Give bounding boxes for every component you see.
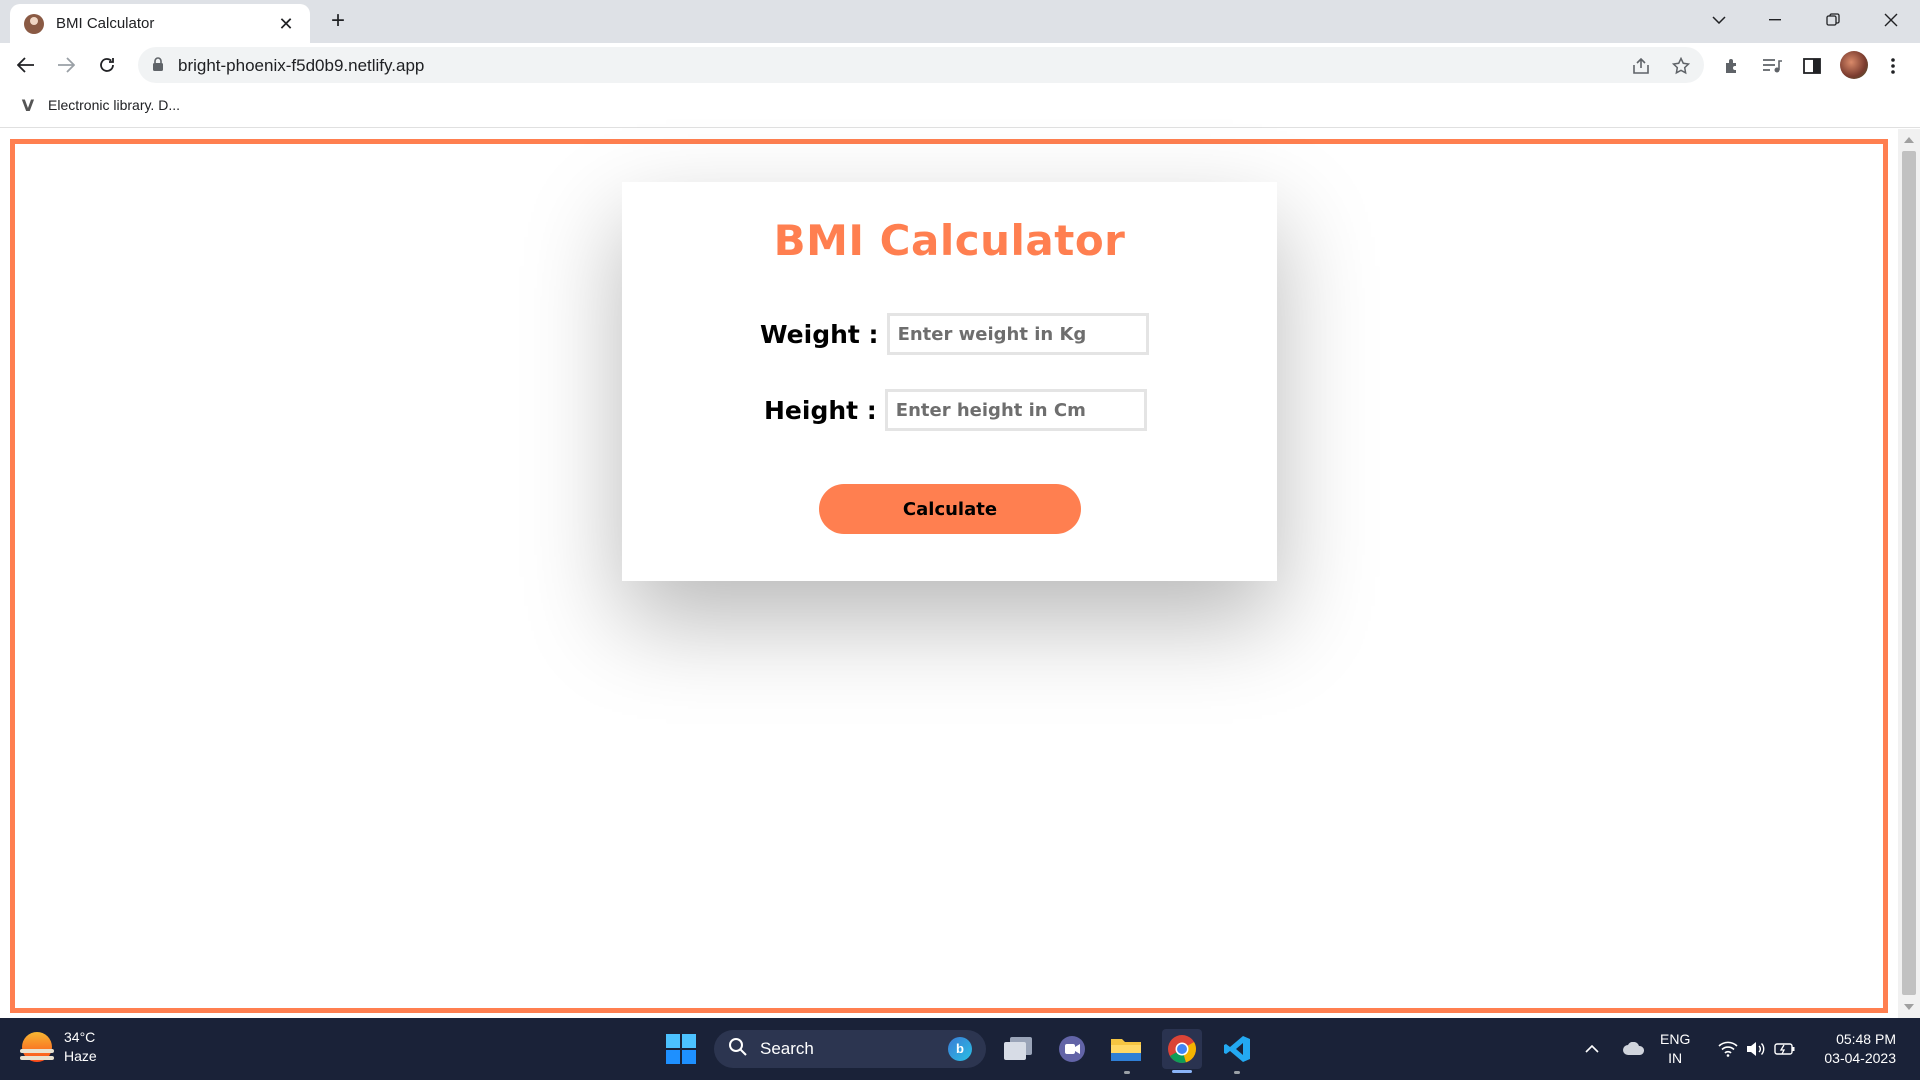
tab-strip: BMI Calculator ✕ + [0,0,1920,43]
url-text[interactable]: bright-phoenix-f5d0b9.netlify.app [178,56,424,76]
explorer-running-indicator [1124,1071,1130,1074]
bookmark-electronic-library[interactable]: V Electronic library. D... [20,96,180,115]
forward-arrow-icon[interactable] [50,49,82,81]
windows-start-icon[interactable] [661,1029,701,1069]
minimize-icon[interactable] [1752,0,1798,40]
taskbar-search[interactable]: Search b [714,1030,986,1068]
chrome-taskbar-icon[interactable] [1162,1029,1202,1069]
language-indicator[interactable]: ENG IN [1660,1030,1690,1068]
extensions-puzzle-icon[interactable] [1719,53,1745,79]
scroll-up-icon[interactable] [1904,137,1914,143]
clock-time: 05:48 PM [1836,1031,1896,1047]
address-bar[interactable]: bright-phoenix-f5d0b9.netlify.app [138,47,1704,83]
wifi-icon[interactable] [1716,1018,1740,1080]
share-icon[interactable] [1630,55,1652,77]
side-panel-icon[interactable] [1799,53,1825,79]
bookmarks-bar: V Electronic library. D... [0,88,1920,128]
battery-icon[interactable] [1772,1018,1798,1080]
weight-row: Weight : [760,313,1149,355]
bookmark-star-icon[interactable] [1670,55,1692,77]
browser-tab[interactable]: BMI Calculator ✕ [10,4,310,43]
scroll-down-icon[interactable] [1904,1004,1914,1010]
bookmark-label: Electronic library. D... [48,97,180,113]
height-input[interactable] [884,389,1147,431]
height-row: Height : [764,389,1147,431]
scrollbar-thumb[interactable] [1902,151,1916,995]
search-icon [728,1037,748,1062]
chrome-active-indicator [1172,1070,1192,1073]
vscode-running-indicator [1234,1071,1240,1074]
more-menu-icon[interactable] [1880,53,1906,79]
vscode-icon[interactable] [1217,1029,1257,1069]
bookmark-favicon-icon: V [21,96,35,115]
profile-avatar[interactable] [1840,51,1868,79]
weight-input[interactable] [886,313,1149,355]
page-title: BMI Calculator [773,216,1126,265]
show-hidden-icons-chevron-icon[interactable] [1580,1018,1604,1080]
system-clock[interactable]: 05:48 PM 03-04-2023 [1812,1030,1896,1068]
tab-title: BMI Calculator [56,15,155,32]
tab-favicon-icon [24,13,44,34]
weather-condition: Haze [64,1048,97,1064]
calculate-button[interactable]: Calculate [819,484,1081,534]
new-tab-button[interactable]: + [324,8,352,36]
weather-widget[interactable]: 34°C Haze [20,1028,97,1066]
weather-haze-icon [20,1032,54,1062]
task-view-icon[interactable] [998,1029,1038,1069]
back-arrow-icon[interactable] [10,49,42,81]
weather-temperature: 34°C [64,1029,96,1045]
bmi-card: BMI Calculator Weight : Height : Calcula… [622,182,1277,581]
reload-icon[interactable] [91,49,123,81]
clock-date: 03-04-2023 [1824,1050,1896,1066]
lock-icon[interactable] [152,57,164,77]
page-scrollbar[interactable] [1898,129,1920,1018]
browser-toolbar: bright-phoenix-f5d0b9.netlify.app [0,43,1920,88]
tab-close-icon[interactable]: ✕ [276,14,296,34]
onedrive-cloud-icon[interactable] [1620,1018,1648,1080]
language-region: IN [1668,1050,1683,1066]
bing-icon[interactable]: b [948,1037,972,1061]
volume-icon[interactable] [1744,1018,1768,1080]
windows-taskbar: 34°C Haze Search b ENG IN 05:48 PM 03-04… [0,1018,1920,1080]
teams-chat-icon[interactable] [1052,1029,1092,1069]
language-code: ENG [1660,1031,1691,1047]
weight-label: Weight : [760,319,879,349]
file-explorer-icon[interactable] [1106,1029,1146,1069]
height-label: Height : [764,395,877,425]
tab-search-chevron-icon[interactable] [1696,0,1742,40]
restore-icon[interactable] [1810,0,1856,40]
page-viewport: BMI Calculator Weight : Height : Calcula… [0,129,1898,1018]
close-window-icon[interactable] [1868,0,1914,40]
search-label: Search [760,1039,814,1058]
media-queue-icon[interactable] [1759,53,1785,79]
